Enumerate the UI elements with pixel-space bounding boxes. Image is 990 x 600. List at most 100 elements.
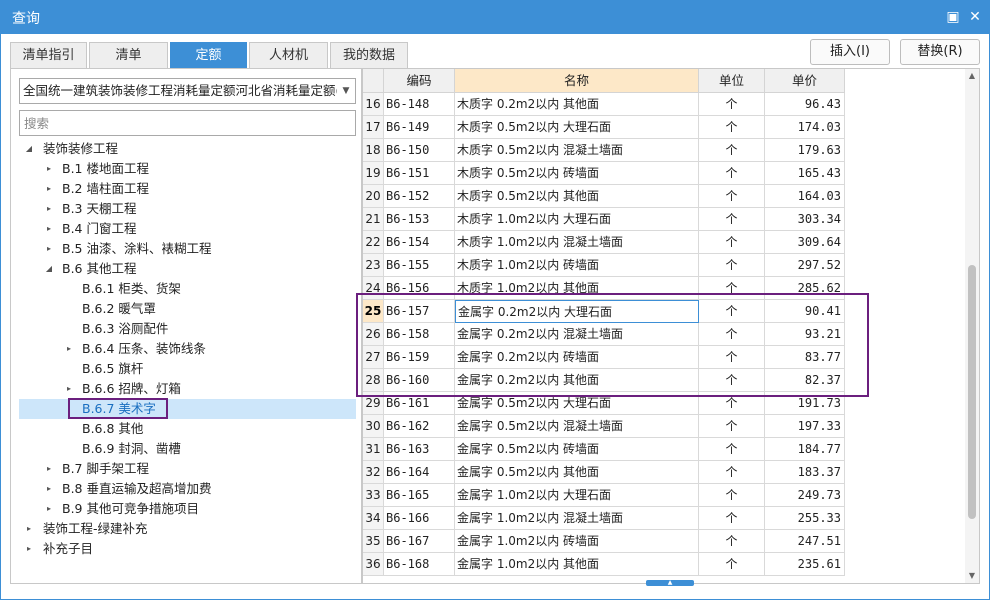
- unit-cell[interactable]: 个: [699, 254, 765, 277]
- tree-node-b3[interactable]: ▸ B.3 天棚工程: [19, 199, 356, 219]
- table-row[interactable]: 22 B6-154 木质字 1.0m2以内 混凝土墙面个 309.64: [363, 231, 845, 254]
- table-row[interactable]: 31 B6-163 金属字 0.5m2以内 砖墙面个 184.77: [363, 438, 845, 461]
- price-cell[interactable]: 183.37: [765, 461, 845, 484]
- tree-node-b2[interactable]: ▸ B.2 墙柱面工程: [19, 179, 356, 199]
- tab-labor-material[interactable]: 人材机: [249, 42, 328, 68]
- tree-collapsed-icon[interactable]: ▸: [23, 519, 35, 539]
- unit-cell[interactable]: 个: [699, 93, 765, 116]
- table-row[interactable]: 30 B6-162 金属字 0.5m2以内 混凝土墙面个 197.33: [363, 415, 845, 438]
- tree-expanded-icon[interactable]: ◢: [23, 139, 35, 159]
- tree-node-b6-3[interactable]: B.6.3 浴厕配件: [19, 319, 356, 339]
- scroll-down-icon[interactable]: ▼: [965, 569, 979, 583]
- price-cell[interactable]: 303.34: [765, 208, 845, 231]
- unit-cell[interactable]: 个: [699, 507, 765, 530]
- code-cell[interactable]: B6-163: [384, 438, 455, 461]
- tree-node-b6-4[interactable]: ▸ B.6.4 压条、装饰线条: [19, 339, 356, 359]
- tree-collapsed-icon[interactable]: ▸: [43, 479, 55, 499]
- tree-collapsed-icon[interactable]: ▸: [63, 379, 75, 399]
- unit-cell[interactable]: 个: [699, 484, 765, 507]
- row-index[interactable]: 22: [363, 231, 384, 254]
- row-index[interactable]: 19: [363, 162, 384, 185]
- row-index[interactable]: 33: [363, 484, 384, 507]
- code-cell[interactable]: B6-150: [384, 139, 455, 162]
- tree-node-b4[interactable]: ▸ B.4 门窗工程: [19, 219, 356, 239]
- table-row[interactable]: 33 B6-165 金属字 1.0m2以内 大理石面个 249.73: [363, 484, 845, 507]
- header-code[interactable]: 编码: [384, 69, 455, 93]
- code-cell[interactable]: B6-149: [384, 116, 455, 139]
- unit-cell[interactable]: 个: [699, 116, 765, 139]
- tree-node-b6-1[interactable]: B.6.1 柜类、货架: [19, 279, 356, 299]
- code-cell[interactable]: B6-148: [384, 93, 455, 116]
- tree-collapsed-icon[interactable]: ▸: [63, 339, 75, 359]
- tree-node-b6[interactable]: ◢ B.6 其他工程: [19, 259, 356, 279]
- tab-quota[interactable]: 定额: [170, 42, 247, 68]
- row-index[interactable]: 23: [363, 254, 384, 277]
- replace-button[interactable]: 替换(R): [900, 39, 980, 65]
- name-cell[interactable]: 金属字 0.5m2以内 其他面: [455, 461, 699, 484]
- scroll-up-icon[interactable]: ▲: [965, 69, 979, 83]
- code-cell[interactable]: B6-153: [384, 208, 455, 231]
- name-cell[interactable]: 金属字 1.0m2以内 其他面: [455, 553, 699, 576]
- name-cell[interactable]: 金属字 1.0m2以内 砖墙面: [455, 530, 699, 553]
- unit-cell[interactable]: 个: [699, 162, 765, 185]
- table-row[interactable]: 17 B6-149 木质字 0.5m2以内 大理石面个 174.03: [363, 116, 845, 139]
- unit-cell[interactable]: 个: [699, 139, 765, 162]
- tree-collapsed-icon[interactable]: ▸: [23, 539, 35, 559]
- code-cell[interactable]: B6-155: [384, 254, 455, 277]
- unit-cell[interactable]: 个: [699, 461, 765, 484]
- unit-cell[interactable]: 个: [699, 438, 765, 461]
- tree-collapsed-icon[interactable]: ▸: [43, 459, 55, 479]
- row-index[interactable]: 20: [363, 185, 384, 208]
- table-row[interactable]: 21 B6-153 木质字 1.0m2以内 大理石面个 303.34: [363, 208, 845, 231]
- price-cell[interactable]: 247.51: [765, 530, 845, 553]
- unit-cell[interactable]: 个: [699, 231, 765, 254]
- code-cell[interactable]: B6-152: [384, 185, 455, 208]
- name-cell[interactable]: 金属字 1.0m2以内 大理石面: [455, 484, 699, 507]
- row-index[interactable]: 32: [363, 461, 384, 484]
- unit-cell[interactable]: 个: [699, 185, 765, 208]
- table-row[interactable]: 16 B6-148 木质字 0.2m2以内 其他面个 96.43: [363, 93, 845, 116]
- price-cell[interactable]: 297.52: [765, 254, 845, 277]
- table-row[interactable]: 35 B6-167 金属字 1.0m2以内 砖墙面个 247.51: [363, 530, 845, 553]
- restore-icon[interactable]: ▣: [943, 7, 963, 27]
- code-cell[interactable]: B6-154: [384, 231, 455, 254]
- tree-node-b6-8[interactable]: B.6.8 其他: [19, 419, 356, 439]
- table-row[interactable]: 20 B6-152 木质字 0.5m2以内 其他面个 164.03: [363, 185, 845, 208]
- name-cell[interactable]: 木质字 1.0m2以内 混凝土墙面: [455, 231, 699, 254]
- tree-expanded-icon[interactable]: ◢: [43, 259, 55, 279]
- tree-collapsed-icon[interactable]: ▸: [43, 219, 55, 239]
- scrollbar-thumb[interactable]: [968, 265, 976, 519]
- tree-node-b6-2[interactable]: B.6.2 暖气罩: [19, 299, 356, 319]
- price-cell[interactable]: 197.33: [765, 415, 845, 438]
- name-cell[interactable]: 木质字 1.0m2以内 砖墙面: [455, 254, 699, 277]
- tree-node-b5[interactable]: ▸ B.5 油漆、涂料、裱糊工程: [19, 239, 356, 259]
- tab-bill[interactable]: 清单: [89, 42, 168, 68]
- code-cell[interactable]: B6-164: [384, 461, 455, 484]
- row-index[interactable]: 30: [363, 415, 384, 438]
- name-cell[interactable]: 金属字 0.5m2以内 混凝土墙面: [455, 415, 699, 438]
- tree-collapsed-icon[interactable]: ▸: [43, 199, 55, 219]
- table-row[interactable]: 18 B6-150 木质字 0.5m2以内 混凝土墙面个 179.63: [363, 139, 845, 162]
- price-cell[interactable]: 96.43: [765, 93, 845, 116]
- table-row[interactable]: 32 B6-164 金属字 0.5m2以内 其他面个 183.37: [363, 461, 845, 484]
- panel-grip-icon[interactable]: ▲: [646, 580, 694, 586]
- price-cell[interactable]: 235.61: [765, 553, 845, 576]
- name-cell[interactable]: 木质字 0.5m2以内 砖墙面: [455, 162, 699, 185]
- name-cell[interactable]: 金属字 1.0m2以内 混凝土墙面: [455, 507, 699, 530]
- table-row[interactable]: 19 B6-151 木质字 0.5m2以内 砖墙面个 165.43: [363, 162, 845, 185]
- header-name[interactable]: 名称: [455, 69, 699, 93]
- search-field[interactable]: [19, 110, 356, 136]
- row-index[interactable]: 21: [363, 208, 384, 231]
- table-row[interactable]: 34 B6-166 金属字 1.0m2以内 混凝土墙面个 255.33: [363, 507, 845, 530]
- tree-node-b6-5[interactable]: B.6.5 旗杆: [19, 359, 356, 379]
- tree-node-b9[interactable]: ▸ B.9 其他可竞争措施项目: [19, 499, 356, 519]
- table-row[interactable]: 36 B6-168 金属字 1.0m2以内 其他面个 235.61: [363, 553, 845, 576]
- name-cell[interactable]: 金属字 0.5m2以内 砖墙面: [455, 438, 699, 461]
- row-index[interactable]: 36: [363, 553, 384, 576]
- price-cell[interactable]: 249.73: [765, 484, 845, 507]
- row-index[interactable]: 16: [363, 93, 384, 116]
- code-cell[interactable]: B6-162: [384, 415, 455, 438]
- tree-node-b7[interactable]: ▸ B.7 脚手架工程: [19, 459, 356, 479]
- name-cell[interactable]: 木质字 1.0m2以内 大理石面: [455, 208, 699, 231]
- code-cell[interactable]: B6-167: [384, 530, 455, 553]
